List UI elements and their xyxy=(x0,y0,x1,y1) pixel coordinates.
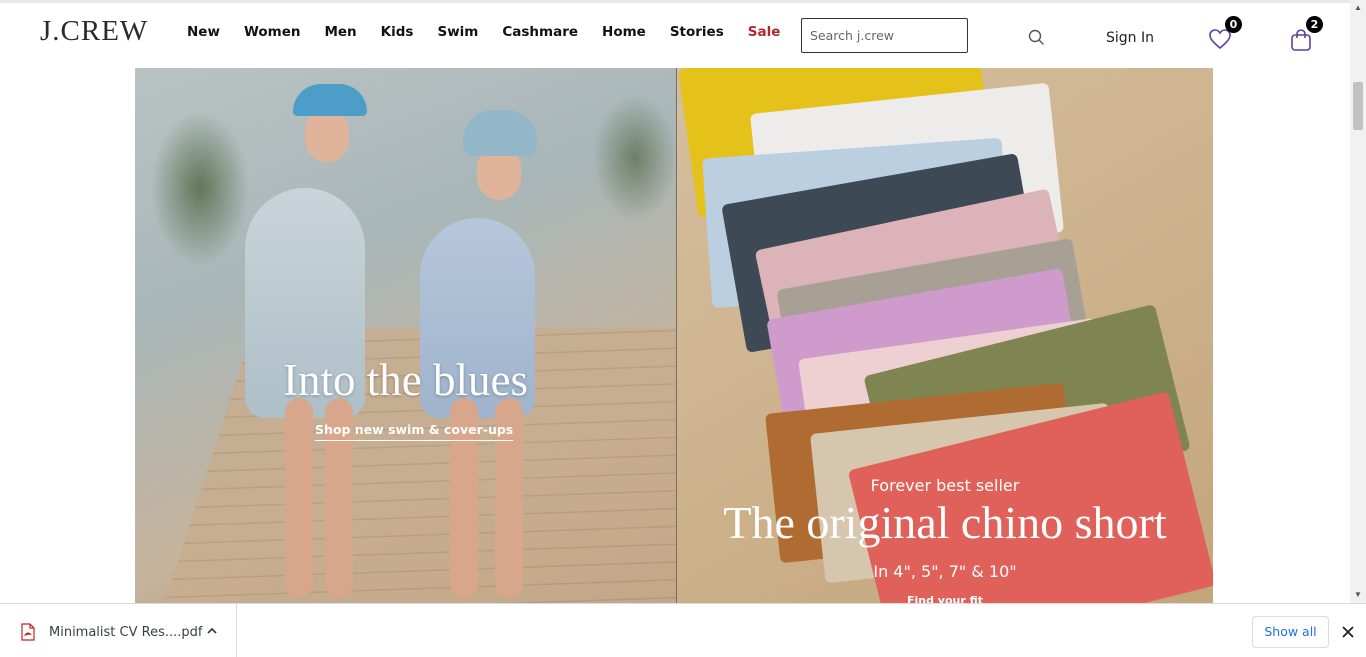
shopping-bag-icon[interactable] xyxy=(1290,28,1312,52)
site-header: J.CREW New Women Men Kids Swim Cashmare … xyxy=(0,0,1350,68)
nav-men[interactable]: Men xyxy=(324,24,356,40)
hero-right-eyebrow: Forever best seller xyxy=(870,476,1020,495)
scroll-up-arrow-icon[interactable]: ▲ xyxy=(1350,0,1366,16)
download-item[interactable]: Minimalist CV Res....pdf xyxy=(0,604,237,657)
find-your-fit-link[interactable]: Find your fit xyxy=(677,594,1213,603)
hero-right-sizes: In 4", 5", 7" & 10" xyxy=(873,562,1017,581)
nav-stories[interactable]: Stories xyxy=(670,24,724,40)
show-all-button[interactable]: Show all xyxy=(1252,616,1329,648)
wishlist-count-badge: 0 xyxy=(1225,16,1242,33)
nav-kids[interactable]: Kids xyxy=(381,24,414,40)
main-nav: New Women Men Kids Swim Cashmare Home St… xyxy=(187,24,804,40)
nav-swim[interactable]: Swim xyxy=(437,24,478,40)
pdf-file-icon xyxy=(21,623,35,641)
nav-new[interactable]: New xyxy=(187,24,220,40)
download-bar: Minimalist CV Res....pdf Show all xyxy=(0,603,1366,657)
hero-right-title: The original chino short xyxy=(723,497,1167,548)
page-scrollbar[interactable]: ▲ ▼ xyxy=(1350,0,1366,603)
nav-cashmare[interactable]: Cashmare xyxy=(502,24,578,40)
model-left-face xyxy=(305,108,349,162)
search-input[interactable]: Search j.crew xyxy=(801,18,968,53)
hero-swim-banner[interactable]: Into the blues Shop new swim & cover-ups xyxy=(135,68,676,603)
bag-count-badge: 2 xyxy=(1306,16,1323,33)
nav-sale[interactable]: Sale xyxy=(748,24,781,40)
model-left-leg xyxy=(285,398,313,598)
shop-swim-link[interactable]: Shop new swim & cover-ups xyxy=(315,422,514,441)
close-icon[interactable] xyxy=(1340,624,1356,640)
hero-left-title: Into the blues xyxy=(283,355,528,405)
scroll-down-arrow-icon[interactable]: ▼ xyxy=(1350,587,1366,603)
sign-in-link[interactable]: Sign In xyxy=(1106,30,1154,46)
chevron-up-icon[interactable] xyxy=(206,625,218,637)
blue-cap-graphic xyxy=(293,84,367,116)
nav-women[interactable]: Women xyxy=(244,24,301,40)
bucket-hat-graphic xyxy=(463,110,537,156)
nav-home[interactable]: Home xyxy=(602,24,646,40)
download-file-name: Minimalist CV Res....pdf xyxy=(49,625,203,640)
jcrew-logo[interactable]: J.CREW xyxy=(40,15,148,48)
hero-chino-banner[interactable]: Forever best seller The original chino s… xyxy=(677,68,1213,603)
scroll-thumb[interactable] xyxy=(1353,82,1363,130)
search-icon[interactable] xyxy=(1028,29,1045,46)
